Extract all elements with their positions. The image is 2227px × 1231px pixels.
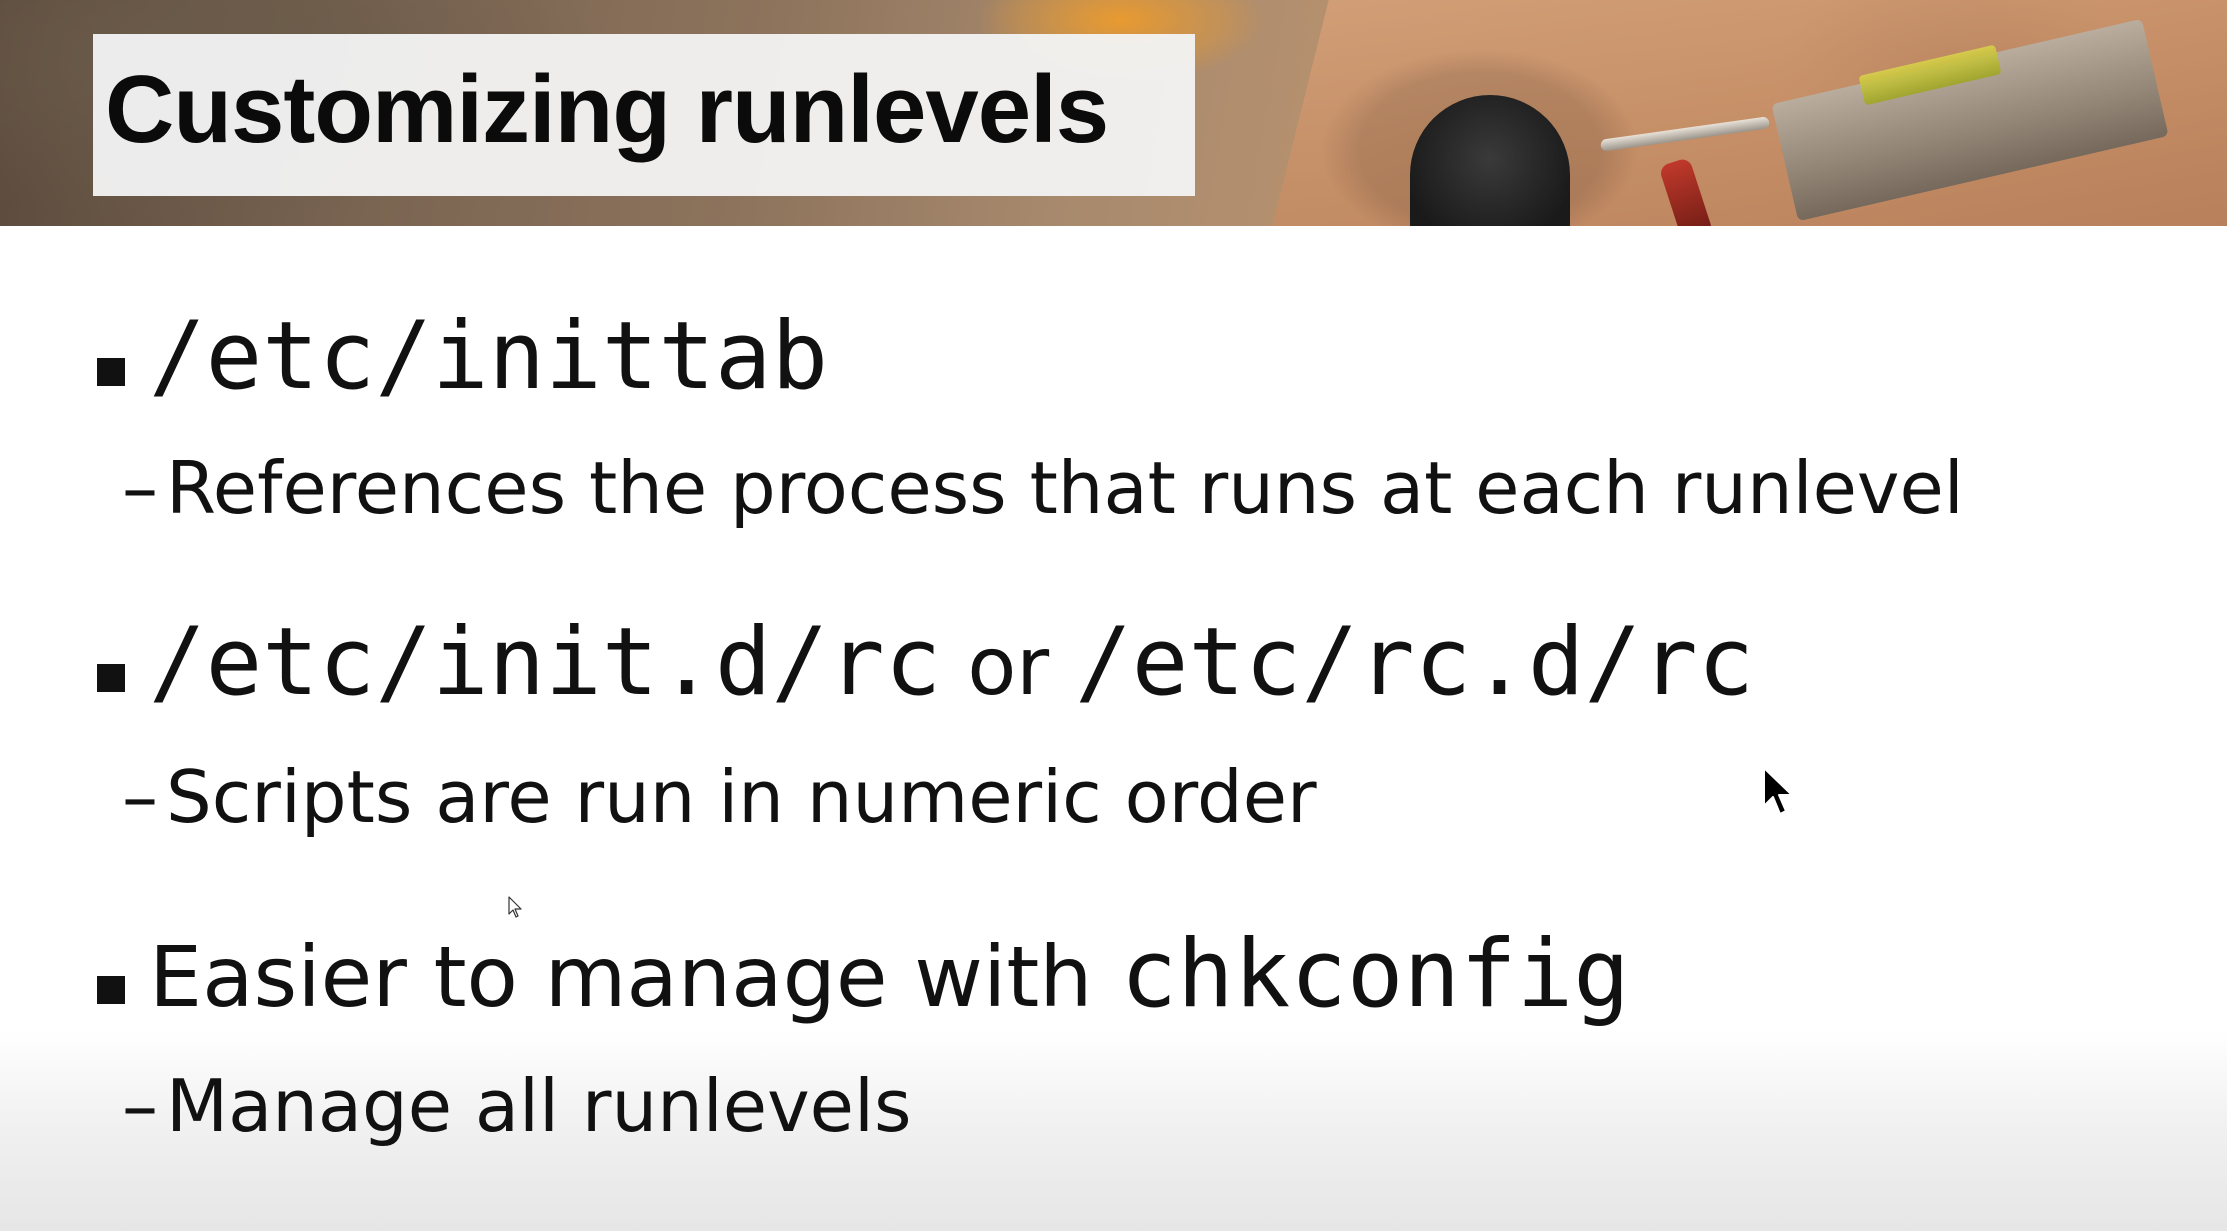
dash-marker: – [122,446,158,530]
arrow-cursor-outline-icon [508,896,522,918]
sub-bullet-item: – Manage all runlevels [122,1064,912,1148]
sub-bullet-text: Manage all runlevels [166,1064,912,1148]
square-bullet-icon [97,358,125,386]
bullet-list: /etc/inittab – References the process tha… [0,0,2227,1231]
bullet-item: /etc/init.d/rc or /etc/rc.d/rc [97,608,1754,717]
square-bullet-icon [97,976,125,1004]
arrow-cursor-icon [1763,767,1793,815]
bullet-item: Easier to manage with chkconfig [97,920,1630,1029]
sub-bullet-item: – References the process that runs at eac… [122,446,1964,530]
bullet-item: /etc/inittab [97,302,828,411]
bullet-text: Easier to manage with [149,928,1093,1026]
bullet-text: or [967,620,1050,713]
bullet-code-text: /etc/init.d/rc [149,608,942,717]
sub-bullet-text: References the process that runs at each… [166,446,1964,530]
square-bullet-icon [97,664,125,692]
sub-bullet-item: – Scripts are run in numeric order [122,755,1317,839]
dash-marker: – [122,1064,158,1148]
bullet-code-text: /etc/rc.d/rc [1075,608,1755,717]
sub-bullet-text: Scripts are run in numeric order [166,755,1317,839]
bullet-code-text: chkconfig [1120,920,1630,1029]
dash-marker: – [122,755,158,839]
bullet-code-text: /etc/inittab [149,302,829,411]
